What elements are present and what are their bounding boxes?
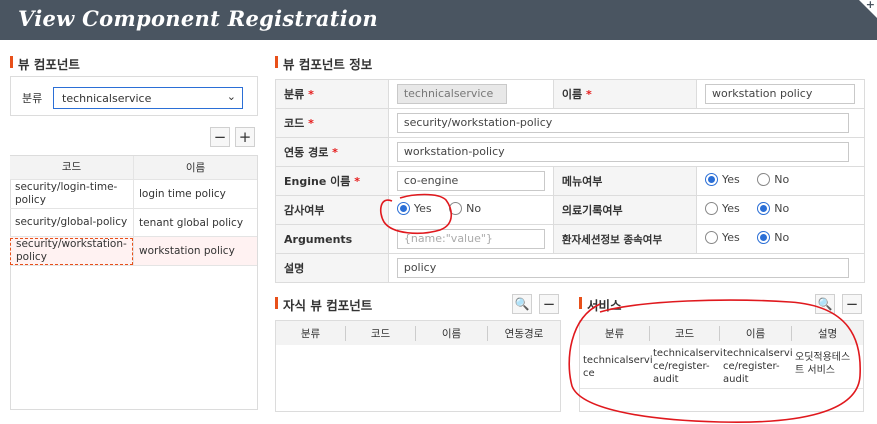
annotation-overlay	[379, 193, 861, 424]
annotation-circle-services	[568, 299, 861, 424]
annotation-circle-audit	[379, 193, 453, 235]
